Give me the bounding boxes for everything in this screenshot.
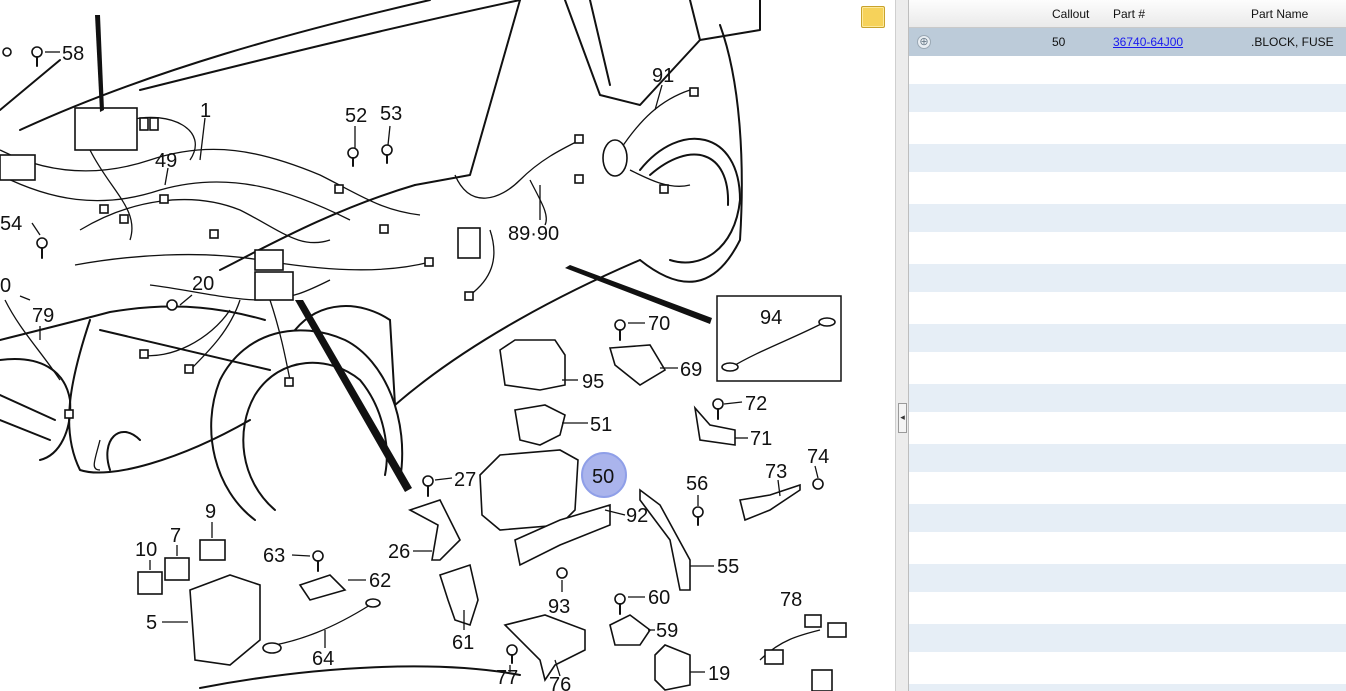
callout-69[interactable]: 69 [680,359,702,381]
callout-54[interactable]: 54 [0,213,22,235]
wiring-harness [0,87,699,471]
callout-53[interactable]: 53 [380,103,402,125]
empty-row-stripe [909,204,1346,232]
panel-splitter[interactable] [895,0,909,691]
callout-92[interactable]: 92 [626,505,648,527]
callout-56[interactable]: 56 [686,473,708,495]
callout-76[interactable]: 76 [549,674,571,691]
part-number-link[interactable]: 36740-64J00 [1113,35,1183,49]
callout-63[interactable]: 63 [263,545,285,567]
empty-row-stripe [909,84,1346,112]
column-header-callout[interactable]: Callout [1052,7,1089,21]
callout-58[interactable]: 58 [62,43,84,65]
callout-73[interactable]: 73 [765,461,787,483]
parts-list-panel: Callout Part # Part Name ⊕ 50 36740-64J0… [909,0,1346,691]
empty-row-stripe [909,564,1346,592]
callout-20[interactable]: 20 [192,273,214,295]
column-header-part-number[interactable]: Part # [1113,7,1145,21]
empty-row-stripe [909,624,1346,652]
callout-19[interactable]: 19 [708,663,730,685]
callout-64[interactable]: 64 [312,648,334,670]
callout-7[interactable]: 7 [170,525,181,547]
column-header-part-name[interactable]: Part Name [1251,7,1308,21]
callout-74[interactable]: 74 [807,446,829,468]
callout-60[interactable]: 60 [648,587,670,609]
collapse-arrow-icon[interactable]: ◂ [898,403,907,433]
callout-93[interactable]: 93 [548,596,570,618]
row-part-name: .BLOCK, FUSE [1251,35,1334,49]
callout-79[interactable]: 79 [32,305,54,327]
parts-table-header: Callout Part # Part Name [909,0,1346,28]
callout-94[interactable]: 94 [760,307,782,329]
callout-72[interactable]: 72 [745,393,767,415]
callout-70[interactable]: 70 [648,313,670,335]
component-parts [137,339,847,691]
callout-52[interactable]: 52 [345,105,367,127]
empty-row-stripe [909,264,1346,292]
empty-row-stripe [909,324,1346,352]
callout-95[interactable]: 95 [582,371,604,393]
expand-row-icon[interactable]: ⊕ [917,35,931,49]
callout-0[interactable]: 0 [0,275,11,297]
callout-61[interactable]: 61 [452,632,474,654]
row-callout: 50 [1052,35,1066,49]
wiring-illustration: 58 1 52 53 49 54 0 20 79 91 89·90 94 70 … [0,0,847,691]
callout-91[interactable]: 91 [652,65,674,87]
callout-78[interactable]: 78 [780,589,802,611]
callout-26[interactable]: 26 [388,541,410,563]
empty-row-stripe [909,684,1346,691]
callout-50[interactable]: 50 [592,466,614,488]
callout-49[interactable]: 49 [155,150,177,172]
pointer-wedge [565,265,712,324]
callout-51[interactable]: 51 [590,414,612,436]
callout-77[interactable]: 77 [496,667,518,689]
callout-1[interactable]: 1 [200,100,211,122]
empty-row-stripe [909,504,1346,532]
callout-71[interactable]: 71 [750,428,772,450]
parts-diagram: 58 1 52 53 49 54 0 20 79 91 89·90 94 70 … [0,0,895,691]
callout-10[interactable]: 10 [135,539,157,561]
empty-row-stripe [909,444,1346,472]
callout-62[interactable]: 62 [369,570,391,592]
callout-5[interactable]: 5 [146,612,157,634]
callout-27[interactable]: 27 [454,469,476,491]
table-row[interactable]: ⊕ 50 36740-64J00 .BLOCK, FUSE [909,28,1346,56]
note-icon[interactable] [861,6,885,28]
callout-9[interactable]: 9 [205,501,216,523]
callout-89-90[interactable]: 89·90 [508,223,559,245]
empty-row-stripe [909,144,1346,172]
empty-row-stripe [909,384,1346,412]
callout-59[interactable]: 59 [656,620,678,642]
callout-55[interactable]: 55 [717,556,739,578]
